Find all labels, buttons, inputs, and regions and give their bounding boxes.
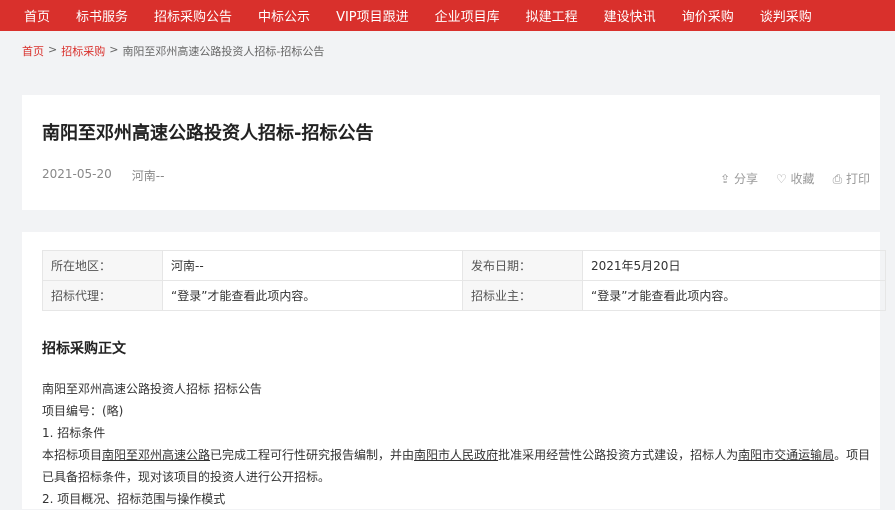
link-gov[interactable]: 南阳市人民政府 (414, 448, 498, 462)
page-title: 南阳至邓州高速公路投资人招标-招标公告 (42, 123, 374, 144)
nav-inquiry[interactable]: 询价采购 (682, 6, 734, 25)
nav-award[interactable]: 中标公示 (258, 6, 310, 25)
content-line: 1. 招标条件 (42, 426, 106, 440)
nav-company[interactable]: 企业项目库 (435, 6, 500, 25)
breadcrumb-home[interactable]: 首页 (22, 43, 44, 59)
region: 河南-- (131, 169, 165, 183)
content-text: 南阳至邓州高速公路投资人招标 招标公告 项目编号：(略) 1. 招标条件 本招标… (42, 378, 872, 510)
nav-tender-notice[interactable]: 招标采购公告 (154, 6, 232, 25)
owner-value[interactable]: “登录”才能查看此项内容。 (582, 280, 886, 311)
content-heading: 招标采购正文 (42, 341, 126, 357)
link-project[interactable]: 南阳至邓州高速公路 (102, 448, 210, 462)
heart-icon: ♡ (775, 172, 791, 186)
breadcrumb-sep: > (48, 43, 58, 56)
breadcrumb-sep: > (109, 43, 119, 56)
print-button[interactable]: ⎙ 打印 (833, 170, 870, 187)
printer-icon: ⎙ (832, 172, 846, 186)
content-line: 南阳至邓州高速公路投资人招标 招标公告 (42, 382, 262, 396)
content-paragraph: 本招标项目南阳至邓州高速公路已完成工程可行性研究报告编制，并由南阳市人民政府批准… (42, 448, 871, 484)
favorite-button[interactable]: ♡ 收藏 (776, 170, 815, 187)
info-table: 所在地区： 河南-- 发布日期： 2021年5月20日 招标代理： “登录”才能查看此… (42, 250, 886, 311)
agent-value[interactable]: “登录”才能查看此项内容。 (162, 280, 463, 311)
breadcrumb-current: 南阳至邓州高速公路投资人招标-招标公告 (122, 45, 325, 58)
region-label: 所在地区： (42, 250, 163, 281)
nav-negotiation[interactable]: 谈判采购 (760, 6, 812, 25)
nav-vip[interactable]: VIP项目跟进 (336, 6, 409, 25)
share-button[interactable]: ⇪ 分享 (720, 170, 758, 187)
agent-label: 招标代理： (42, 280, 163, 311)
owner-label: 招标业主： (462, 280, 583, 311)
breadcrumb: 首页 > 招标采购 > 南阳至邓州高速公路投资人招标-招标公告 (22, 43, 324, 59)
date-label: 发布日期： (462, 250, 583, 281)
date-value: 2021年5月20日 (582, 250, 886, 281)
content-line: 项目编号：(略) (42, 404, 124, 418)
share-icon: ⇪ (720, 172, 734, 186)
top-nav: 首页 标书服务 招标采购公告 中标公示 VIP项目跟进 企业项目库 拟建工程 建… (0, 0, 895, 31)
article-body: 所在地区： 河南-- 发布日期： 2021年5月20日 招标代理： “登录”才能查看此… (22, 232, 886, 510)
region-value: 河南-- (162, 250, 463, 281)
breadcrumb-section[interactable]: 招标采购 (61, 43, 105, 59)
nav-news[interactable]: 建设快讯 (604, 6, 656, 25)
link-bureau[interactable]: 南阳市交通运输局 (738, 448, 834, 462)
content-line: 2. 项目概况、招标范围与操作模式 (42, 492, 226, 506)
publish-date: 2021-05-20 (42, 167, 112, 181)
article-header: 南阳至邓州高速公路投资人招标-招标公告 2021-05-20 河南-- ⇪ 分享 … (22, 95, 880, 210)
nav-planned[interactable]: 拟建工程 (526, 6, 578, 25)
nav-bid-service[interactable]: 标书服务 (76, 6, 128, 25)
nav-home[interactable]: 首页 (24, 6, 50, 25)
